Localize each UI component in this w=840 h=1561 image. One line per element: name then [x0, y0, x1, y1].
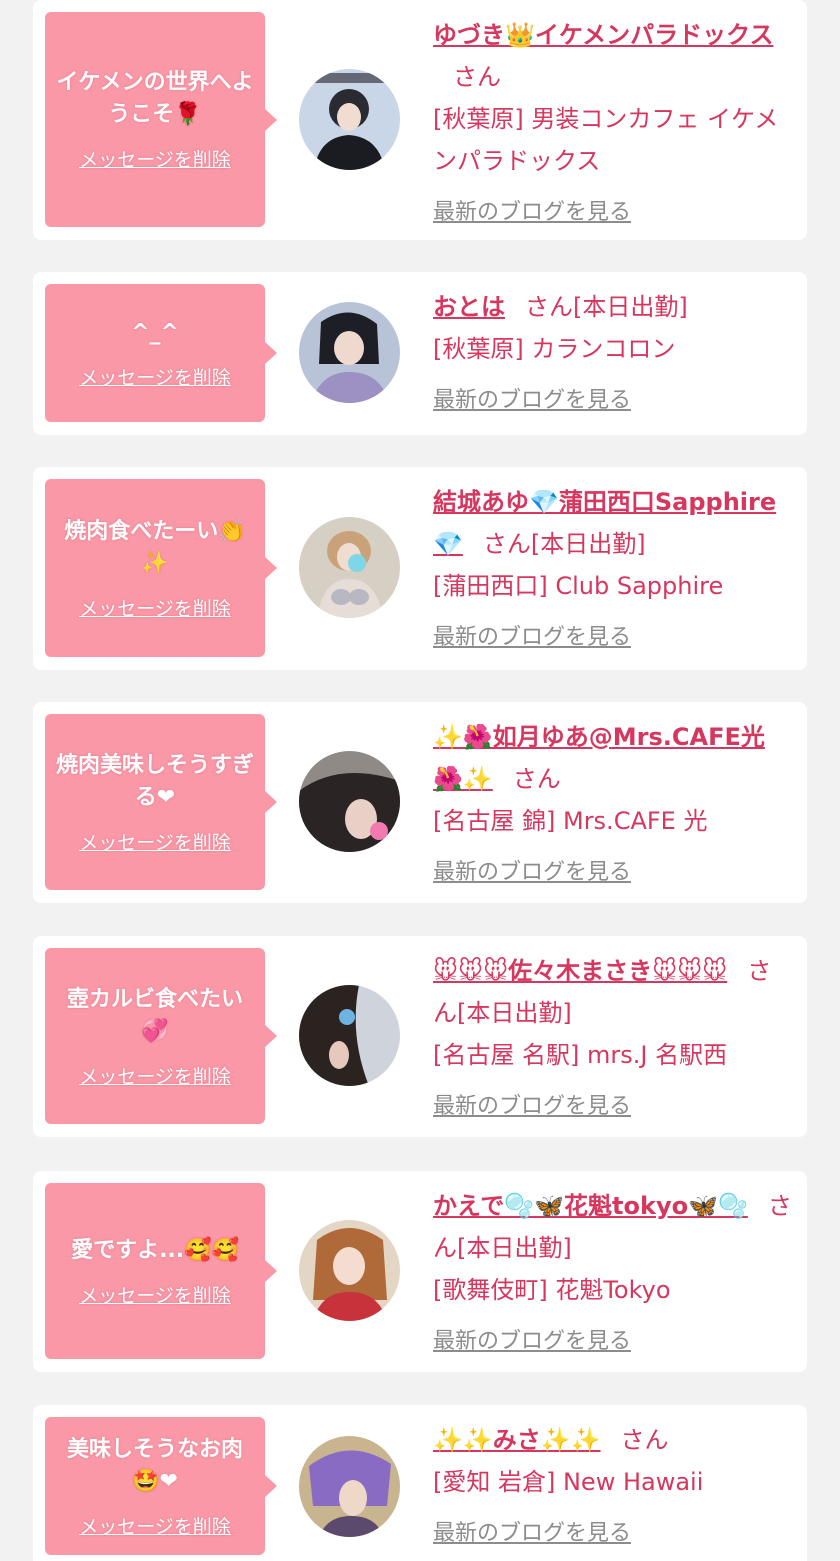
message-bubble: 焼肉食べたーい👏✨ メッセージを削除	[45, 479, 277, 657]
message-card: 愛ですよ...🥰🥰 メッセージを削除 かえで🫧🦋花魁tokyo🦋🫧 さん[本日出勤…	[33, 1171, 807, 1372]
delete-message-link[interactable]: メッセージを削除	[79, 594, 231, 621]
message-text: 壺カルビ食べたい💞	[66, 986, 243, 1044]
message-bubble: ^_^ メッセージを削除	[45, 284, 277, 422]
latest-blog-link[interactable]: 最新のブログを見る	[433, 194, 631, 226]
cast-name-link[interactable]: 🐭🐭🐭佐々木まさき🐭🐭🐭	[433, 957, 727, 985]
cast-info: ✨🌺如月ゆあ@Mrs.CAFE光🌺✨ さん [名古屋 錦] Mrs.CAFE 光 …	[433, 716, 793, 886]
shop-name: [愛知 岩倉] New Hawaii	[433, 1468, 704, 1496]
latest-blog-link[interactable]: 最新のブログを見る	[433, 1088, 631, 1120]
message-card: 焼肉美味しそうすぎる❤ メッセージを削除 ✨🌺如月ゆあ@Mrs.CAFE光🌺✨ さ…	[33, 702, 807, 903]
cast-suffix: さん	[620, 1426, 669, 1454]
message-text: 焼肉食べたーい👏✨	[64, 518, 246, 576]
message-bubble: イケメンの世界へようこそ🌹 メッセージを削除	[45, 12, 277, 227]
avatar[interactable]	[299, 1220, 400, 1321]
latest-blog-link[interactable]: 最新のブログを見る	[433, 619, 631, 651]
cast-info: 結城あゆ💎蒲田西口Sapphire💎 さん[本日出勤] [蒲田西口] Club S…	[433, 481, 793, 651]
message-text: イケメンの世界へようこそ🌹	[56, 70, 254, 127]
cast-name-line: 🐭🐭🐭佐々木まさき🐭🐭🐭 さん[本日出勤]	[433, 950, 793, 1034]
cast-name-line: おとは さん[本日出勤]	[433, 286, 793, 328]
latest-blog-link[interactable]: 最新のブログを見る	[433, 382, 631, 414]
message-bubble: 焼肉美味しそうすぎる❤ メッセージを削除	[45, 714, 277, 890]
avatar[interactable]	[299, 751, 400, 852]
delete-message-link[interactable]: メッセージを削除	[79, 1281, 231, 1308]
latest-blog-link[interactable]: 最新のブログを見る	[433, 854, 631, 886]
message-card: ^_^ メッセージを削除 おとは さん[本日出勤] [秋葉原] カランコロン 最新…	[33, 272, 807, 435]
delete-message-link[interactable]: メッセージを削除	[79, 1512, 231, 1539]
cast-name-link[interactable]: ゆづき👑イケメンパラドックス	[433, 21, 773, 49]
message-text: 焼肉美味しそうすぎる❤	[55, 752, 254, 810]
cast-name-link[interactable]: かえで🫧🦋花魁tokyo🦋🫧	[433, 1192, 748, 1220]
avatar[interactable]	[299, 1436, 400, 1537]
cast-info: かえで🫧🦋花魁tokyo🦋🫧 さん[本日出勤] [歌舞伎町] 花魁Tokyo 最新…	[433, 1185, 793, 1355]
latest-blog-link[interactable]: 最新のブログを見る	[433, 1515, 631, 1547]
latest-blog-link[interactable]: 最新のブログを見る	[433, 1323, 631, 1355]
cast-name-line: ゆづき👑イケメンパラドックスさん	[433, 14, 793, 98]
message-list: イケメンの世界へようこそ🌹 メッセージを削除 ゆづき👑イケメンパラドックスさん …	[0, 0, 840, 1561]
shop-name: [歌舞伎町] 花魁Tokyo	[433, 1276, 671, 1304]
cast-suffix: さん	[512, 765, 561, 793]
delete-message-link[interactable]: メッセージを削除	[79, 828, 231, 855]
cast-info: ✨✨みさ✨✨ さん [愛知 岩倉] New Hawaii 最新のブログを見る	[433, 1419, 793, 1547]
cast-suffix: さん[本日出勤]	[525, 293, 688, 321]
avatar[interactable]	[299, 985, 400, 1086]
cast-info: おとは さん[本日出勤] [秋葉原] カランコロン 最新のブログを見る	[433, 286, 793, 414]
message-card: イケメンの世界へようこそ🌹 メッセージを削除 ゆづき👑イケメンパラドックスさん …	[33, 0, 807, 240]
cast-name-link[interactable]: おとは	[433, 293, 505, 321]
delete-message-link[interactable]: メッセージを削除	[79, 145, 231, 172]
message-bubble: 美味しそうなお肉🤩❤ メッセージを削除	[45, 1417, 277, 1555]
cast-name-line: ✨🌺如月ゆあ@Mrs.CAFE光🌺✨ さん	[433, 716, 793, 800]
message-text: 愛ですよ...🥰🥰	[71, 1237, 239, 1263]
delete-message-link[interactable]: メッセージを削除	[79, 1062, 231, 1089]
shop-name: [名古屋 名駅] mrs.J 名駅西	[433, 1041, 728, 1069]
cast-name-link[interactable]: ✨🌺如月ゆあ@Mrs.CAFE光🌺✨	[433, 723, 765, 793]
message-bubble: 愛ですよ...🥰🥰 メッセージを削除	[45, 1183, 277, 1359]
cast-name-line: かえで🫧🦋花魁tokyo🦋🫧 さん[本日出勤]	[433, 1185, 793, 1269]
shop-name: [秋葉原] 男装コンカフェ イケメンパラドックス	[433, 105, 779, 175]
message-bubble: 壺カルビ食べたい💞 メッセージを削除	[45, 948, 277, 1124]
cast-suffix: さん	[453, 63, 501, 91]
message-card: 焼肉食べたーい👏✨ メッセージを削除 結城あゆ💎蒲田西口Sapphire💎 さん[…	[33, 467, 807, 670]
cast-info: 🐭🐭🐭佐々木まさき🐭🐭🐭 さん[本日出勤] [名古屋 名駅] mrs.J 名駅西 …	[433, 950, 793, 1120]
message-card: 美味しそうなお肉🤩❤ メッセージを削除 ✨✨みさ✨✨ さん [愛知 岩倉] New…	[33, 1405, 807, 1561]
delete-message-link[interactable]: メッセージを削除	[79, 363, 231, 390]
cast-suffix: さん[本日出勤]	[482, 530, 646, 558]
message-card: 壺カルビ食べたい💞 メッセージを削除 🐭🐭🐭佐々木まさき🐭🐭🐭 さん[本日出勤] …	[33, 936, 807, 1137]
shop-name: [名古屋 錦] Mrs.CAFE 光	[433, 807, 708, 835]
shop-name: [蒲田西口] Club Sapphire	[433, 572, 724, 600]
message-text: 美味しそうなお肉🤩❤	[66, 1436, 243, 1494]
cast-name-line: ✨✨みさ✨✨ さん	[433, 1419, 793, 1461]
cast-name-link[interactable]: ✨✨みさ✨✨	[433, 1426, 601, 1454]
cast-info: ゆづき👑イケメンパラドックスさん [秋葉原] 男装コンカフェ イケメンパラドック…	[433, 14, 793, 226]
shop-name: [秋葉原] カランコロン	[433, 335, 676, 363]
avatar[interactable]	[299, 302, 400, 403]
message-text: ^_^	[131, 319, 179, 345]
avatar[interactable]	[299, 517, 400, 618]
avatar[interactable]	[299, 69, 400, 170]
cast-name-line: 結城あゆ💎蒲田西口Sapphire💎 さん[本日出勤]	[433, 481, 793, 565]
